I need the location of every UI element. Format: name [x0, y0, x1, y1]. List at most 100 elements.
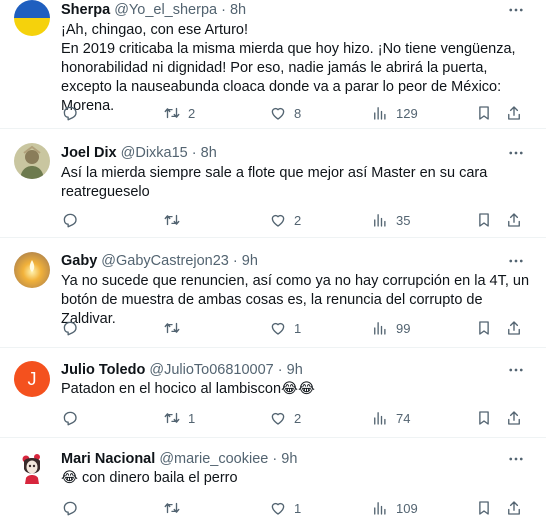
- avatar[interactable]: [14, 143, 50, 179]
- heart-icon: [271, 214, 285, 227]
- views-button[interactable]: 74: [371, 408, 410, 428]
- share-button[interactable]: [505, 408, 523, 428]
- tweet[interactable]: Sherpa @Yo_el_sherpa · 8h ¡Ah, chingao, …: [0, 0, 546, 129]
- separator-dot: ·: [191, 145, 197, 161]
- heart-icon: [271, 322, 285, 335]
- timestamp[interactable]: 9h: [287, 362, 303, 378]
- retweet-button[interactable]: [163, 318, 188, 338]
- flag-avatar-icon: [14, 0, 50, 36]
- views-button[interactable]: 35: [371, 210, 410, 230]
- tweet-header: Julio Toledo @JulioTo06810007 · 9h: [61, 360, 506, 380]
- bookmark-icon: [479, 501, 489, 515]
- like-button[interactable]: 8: [269, 103, 301, 123]
- display-name[interactable]: Joel Dix: [61, 145, 117, 161]
- bookmark-icon: [479, 213, 489, 227]
- avatar[interactable]: J: [14, 361, 50, 397]
- tweet[interactable]: Gaby @GabyCastrejon23 · 9h Ya no sucede …: [0, 238, 546, 348]
- avatar[interactable]: [14, 252, 50, 288]
- share-icon: [508, 501, 520, 515]
- reply-button[interactable]: [61, 210, 86, 230]
- share-button[interactable]: [505, 210, 523, 230]
- tweet[interactable]: J Julio Toledo @JulioTo06810007 · 9h Pat…: [0, 348, 546, 438]
- tweet[interactable]: Joel Dix @Dixka15 · 8h Así la mierda sie…: [0, 129, 546, 238]
- avatar[interactable]: [14, 0, 50, 36]
- catrina-avatar-icon: [14, 450, 50, 486]
- reply-icon: [63, 501, 77, 516]
- view-count: 35: [396, 212, 411, 228]
- bookmark-icon: [479, 411, 489, 425]
- separator-dot: ·: [232, 253, 238, 269]
- timestamp[interactable]: 9h: [281, 451, 297, 467]
- reply-icon: [63, 321, 77, 336]
- retweet-button[interactable]: 2: [163, 103, 195, 123]
- display-name[interactable]: Mari Nacional: [61, 451, 155, 467]
- user-handle[interactable]: @marie_cookiee: [159, 451, 268, 467]
- tweet[interactable]: Mari Nacional @marie_cookiee · 9h 😂 con …: [0, 438, 546, 527]
- tweet-actions: 1 99: [61, 318, 523, 338]
- like-button[interactable]: 1: [269, 318, 301, 338]
- more-options-button[interactable]: [504, 449, 528, 469]
- like-count: 2: [294, 410, 302, 426]
- view-count: 129: [396, 105, 418, 121]
- tweet-header: Gaby @GabyCastrejon23 · 9h: [61, 251, 506, 271]
- bookmark-button[interactable]: [475, 498, 493, 518]
- like-button[interactable]: 2: [269, 210, 301, 230]
- share-icon: [508, 321, 520, 335]
- more-options-button[interactable]: [504, 143, 528, 163]
- retweet-count: 2: [188, 105, 196, 121]
- heart-icon: [271, 412, 285, 425]
- bookmark-button[interactable]: [475, 408, 493, 428]
- reply-button[interactable]: [61, 103, 86, 123]
- share-button[interactable]: [505, 498, 523, 518]
- retweet-button[interactable]: 1: [163, 408, 195, 428]
- analytics-icon: [374, 502, 386, 515]
- share-button[interactable]: [505, 318, 523, 338]
- more-options-button[interactable]: [504, 0, 528, 20]
- user-handle[interactable]: @Dixka15: [121, 145, 188, 161]
- reply-icon: [63, 106, 77, 121]
- like-count: 1: [294, 500, 302, 516]
- bookmark-button[interactable]: [475, 103, 493, 123]
- tweet-actions: 1 109: [61, 498, 523, 518]
- tweet-feed: Sherpa @Yo_el_sherpa · 8h ¡Ah, chingao, …: [0, 0, 546, 527]
- views-button[interactable]: 109: [371, 498, 418, 518]
- views-button[interactable]: 129: [371, 103, 418, 123]
- display-name[interactable]: Sherpa: [61, 2, 110, 18]
- reply-button[interactable]: [61, 408, 86, 428]
- more-options-button[interactable]: [504, 251, 528, 271]
- bookmark-button[interactable]: [475, 318, 493, 338]
- tweet-header: Sherpa @Yo_el_sherpa · 8h: [61, 0, 506, 20]
- reply-button[interactable]: [61, 318, 86, 338]
- separator-dot: ·: [221, 2, 226, 18]
- user-handle[interactable]: @JulioTo06810007: [149, 362, 273, 378]
- retweet-count: 1: [188, 410, 196, 426]
- tweet-actions: 2 8 129: [61, 103, 523, 123]
- timestamp[interactable]: 9h: [242, 253, 258, 269]
- reply-button[interactable]: [61, 498, 86, 518]
- display-name[interactable]: Gaby: [61, 253, 97, 269]
- like-count: 1: [294, 320, 302, 336]
- more-options-button[interactable]: [504, 360, 528, 380]
- like-count: 2: [294, 212, 302, 228]
- share-button[interactable]: [505, 103, 523, 123]
- more-icon: [509, 8, 523, 12]
- user-handle[interactable]: @GabyCastrejon23: [101, 253, 229, 269]
- heart-icon: [271, 502, 285, 515]
- avatar[interactable]: [14, 450, 50, 486]
- user-handle[interactable]: @Yo_el_sherpa: [114, 2, 217, 18]
- like-button[interactable]: 1: [269, 498, 301, 518]
- candle-avatar-icon: [14, 252, 50, 288]
- like-count: 8: [294, 105, 302, 121]
- views-button[interactable]: 99: [371, 318, 410, 338]
- retweet-button[interactable]: [163, 498, 188, 518]
- retweet-button[interactable]: [163, 210, 188, 230]
- share-icon: [508, 106, 520, 120]
- like-button[interactable]: 2: [269, 408, 301, 428]
- bookmark-button[interactable]: [475, 210, 493, 230]
- tweet-actions: 1 2 74: [61, 408, 523, 428]
- photo-avatar-icon: [14, 143, 50, 179]
- timestamp[interactable]: 8h: [201, 145, 217, 161]
- display-name[interactable]: Julio Toledo: [61, 362, 145, 378]
- more-icon: [509, 259, 523, 263]
- timestamp[interactable]: 8h: [230, 2, 246, 18]
